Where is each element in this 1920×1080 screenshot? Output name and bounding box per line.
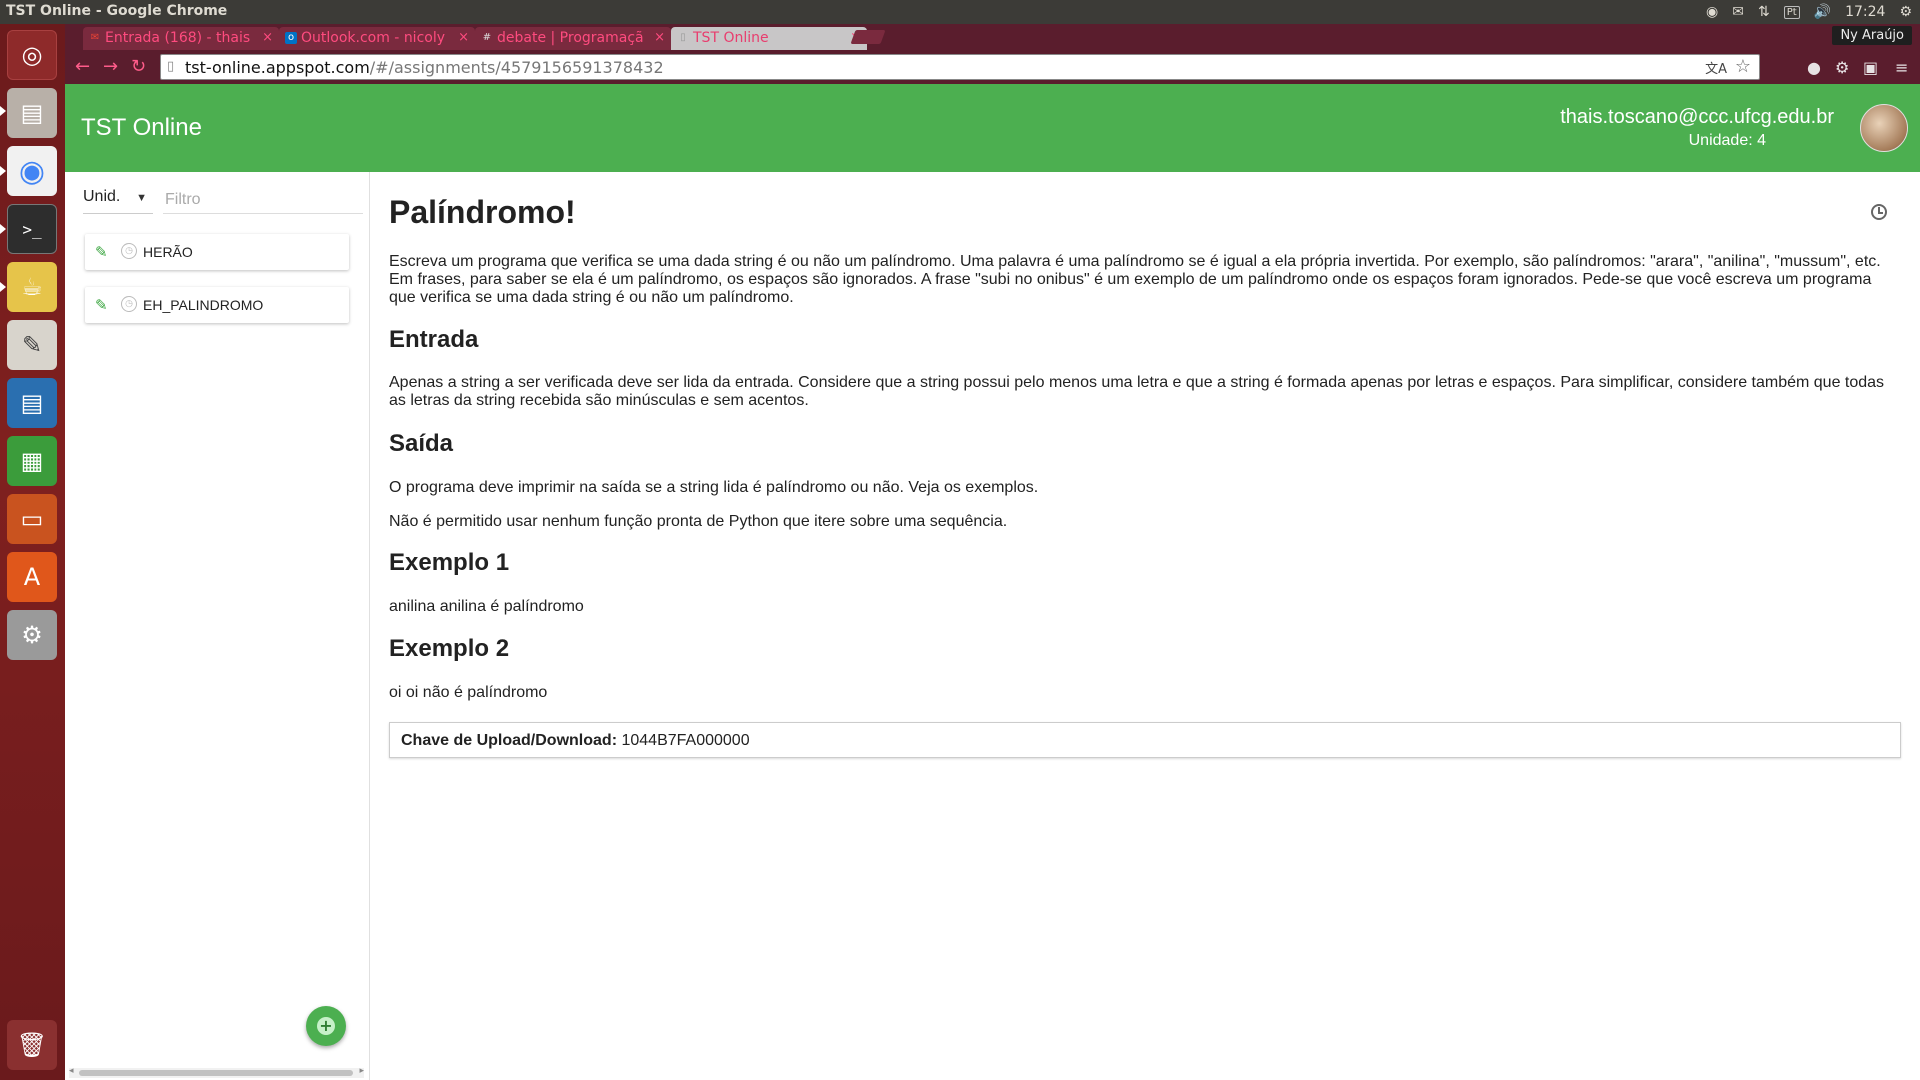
- clock-icon: ◷: [121, 296, 137, 312]
- user-unit: Unidade: 4: [1688, 132, 1766, 149]
- outlook-icon: o: [285, 32, 297, 44]
- avatar[interactable]: [1860, 104, 1908, 152]
- tab-close-icon[interactable]: ×: [262, 30, 273, 45]
- extension-chat-icon[interactable]: ●: [1807, 58, 1821, 77]
- example1-heading: Exemplo 1: [389, 549, 510, 576]
- browser-toolbar: ← → ↻ ▯ tst-online.appspot.com/#/assignm…: [65, 50, 1920, 84]
- assignment-label: HERÃO: [143, 244, 193, 260]
- clock[interactable]: 17:24: [1845, 4, 1885, 20]
- chevron-down-icon: ▼: [136, 192, 147, 204]
- page-info-icon[interactable]: ▯: [167, 59, 174, 74]
- horizontal-scrollbar[interactable]: ◂ ▸: [69, 1066, 364, 1078]
- assignments-sidebar: Unid. ▼ ✎ ◷ HERÃO ✎ ◷ EH_PALINDROMO + ◂ …: [65, 172, 370, 1080]
- profile-chip[interactable]: Ny Araújo: [1832, 26, 1912, 45]
- pencil-icon: ✎: [95, 244, 108, 261]
- ubuntu-launcher: ◎ ▤ ◉ >_ ☕ ✎ ▤ ▦ ▭ A ⚙ 🗑: [0, 24, 65, 1080]
- terminal-icon[interactable]: >_: [7, 204, 57, 254]
- slack-icon: #: [482, 32, 492, 43]
- writer-icon[interactable]: ▤: [7, 378, 57, 428]
- volume-icon[interactable]: 🔊: [1814, 4, 1831, 20]
- scrollbar-thumb[interactable]: [79, 1070, 353, 1076]
- chrome-icon[interactable]: ◉: [7, 146, 57, 196]
- window-title: TST Online - Google Chrome: [6, 3, 228, 19]
- running-indicator: [0, 106, 6, 116]
- assignment-content: Palíndromo! Escreva um programa que veri…: [389, 172, 1905, 1072]
- example2-heading: Exemplo 2: [389, 635, 510, 662]
- assignment-item-herao[interactable]: ✎ ◷ HERÃO: [85, 234, 349, 270]
- system-indicators: ◉ ✉ ⇅ Pt 🔊 17:24 ⚙: [1706, 0, 1912, 24]
- tab-label: TST Online: [693, 30, 769, 46]
- user-email: thais.toscano@ccc.ufcg.edu.br: [1560, 106, 1834, 128]
- tab-tst-online[interactable]: ▯ TST Online ×: [671, 27, 867, 50]
- back-arrow-icon[interactable]: ←: [75, 56, 90, 77]
- example2-text: oi oi não é palíndromo: [389, 684, 548, 701]
- url-path: /#/assignments/4579156591378432: [369, 58, 664, 77]
- extension-gear-icon[interactable]: ⚙: [1835, 58, 1849, 77]
- tab-close-icon[interactable]: ×: [458, 30, 469, 45]
- files-icon[interactable]: ▤: [7, 88, 57, 138]
- system-top-panel: TST Online - Google Chrome ◉ ✉ ⇅ Pt 🔊 17…: [0, 0, 1920, 24]
- upload-key-value[interactable]: 1044B7FA000000: [621, 732, 749, 749]
- output-description: O programa deve imprimir na saída se a s…: [389, 479, 1039, 496]
- upload-key-box: Chave de Upload/Download: 1044B7FA000000: [389, 722, 1901, 758]
- unit-select-value: Unid.: [83, 188, 121, 205]
- reload-icon[interactable]: ↻: [131, 56, 146, 77]
- clock-icon: ◷: [121, 243, 137, 259]
- messaging-icon[interactable]: ✉: [1732, 4, 1744, 20]
- tab-debate[interactable]: # debate | Programaçã ×: [475, 27, 671, 50]
- bookmark-star-icon[interactable]: ☆: [1735, 56, 1751, 77]
- history-clock-icon[interactable]: [1871, 204, 1887, 220]
- scroll-right-icon[interactable]: ▸: [359, 1066, 364, 1076]
- assignment-title: Palíndromo!: [389, 194, 576, 230]
- extension-cast-icon[interactable]: ▣: [1863, 58, 1878, 77]
- browser-tab-strip: ✉ Entrada (168) - thais × o Outlook.com …: [65, 24, 1920, 50]
- page-icon: ▯: [680, 32, 686, 43]
- running-indicator: [0, 224, 6, 234]
- plus-icon: +: [317, 1017, 335, 1035]
- output-restriction: Não é permitido usar nenhum função pront…: [389, 513, 1008, 530]
- tab-label: Outlook.com - nicoly: [301, 30, 446, 46]
- gmail-icon: ✉: [90, 32, 100, 43]
- impress-icon[interactable]: ▭: [7, 494, 57, 544]
- input-description: Apenas a string a ser verificada deve se…: [389, 374, 1885, 409]
- running-indicator: [0, 166, 6, 176]
- app-header: TST Online thais.toscano@ccc.ufcg.edu.br…: [65, 84, 1920, 172]
- assignment-intro: Escreva um programa que verifica se uma …: [389, 253, 1881, 306]
- keyboard-layout-indicator[interactable]: Pt: [1783, 5, 1800, 19]
- url-host: tst-online.appspot.com: [185, 58, 370, 77]
- translate-icon[interactable]: 文A: [1705, 58, 1727, 77]
- text-editor-icon[interactable]: ✎: [7, 320, 57, 370]
- trash-icon[interactable]: 🗑: [7, 1020, 57, 1070]
- tab-outlook[interactable]: o Outlook.com - nicoly ×: [279, 27, 475, 50]
- software-center-icon[interactable]: A: [7, 552, 57, 602]
- system-settings-icon[interactable]: ⚙: [7, 610, 57, 660]
- tab-label: debate | Programaçã: [497, 30, 644, 46]
- pencil-icon: ✎: [95, 297, 108, 314]
- running-indicator: [0, 282, 6, 292]
- network-icon[interactable]: ⇅: [1758, 4, 1770, 20]
- app-title[interactable]: TST Online: [81, 114, 202, 142]
- chrome-indicator-icon[interactable]: ◉: [1706, 4, 1718, 20]
- new-tab-button[interactable]: [850, 30, 886, 44]
- output-heading: Saída: [389, 430, 454, 457]
- tab-gmail[interactable]: ✉ Entrada (168) - thais ×: [83, 27, 279, 50]
- tab-label: Entrada (168) - thais: [105, 30, 251, 46]
- assignment-item-eh-palindromo[interactable]: ✎ ◷ EH_PALINDROMO: [85, 287, 349, 323]
- tab-close-icon[interactable]: ×: [654, 30, 665, 45]
- unit-select[interactable]: Unid. ▼: [83, 188, 153, 214]
- gedit-pot-icon[interactable]: ☕: [7, 262, 57, 312]
- example1-text: anilina anilina é palíndromo: [389, 598, 584, 615]
- address-bar[interactable]: ▯ tst-online.appspot.com/#/assignments/4…: [160, 54, 1760, 80]
- ubuntu-dash-icon[interactable]: ◎: [7, 30, 57, 80]
- calc-icon[interactable]: ▦: [7, 436, 57, 486]
- add-assignment-button[interactable]: +: [306, 1006, 346, 1046]
- scroll-left-icon[interactable]: ◂: [69, 1066, 74, 1076]
- chrome-menu-icon[interactable]: ≡: [1895, 58, 1908, 77]
- settings-gear-icon[interactable]: ⚙: [1899, 4, 1912, 20]
- upload-key-label: Chave de Upload/Download:: [401, 732, 618, 749]
- forward-arrow-icon[interactable]: →: [103, 56, 118, 77]
- assignment-label: EH_PALINDROMO: [143, 297, 264, 313]
- input-heading: Entrada: [389, 326, 479, 353]
- filter-input[interactable]: [163, 186, 363, 214]
